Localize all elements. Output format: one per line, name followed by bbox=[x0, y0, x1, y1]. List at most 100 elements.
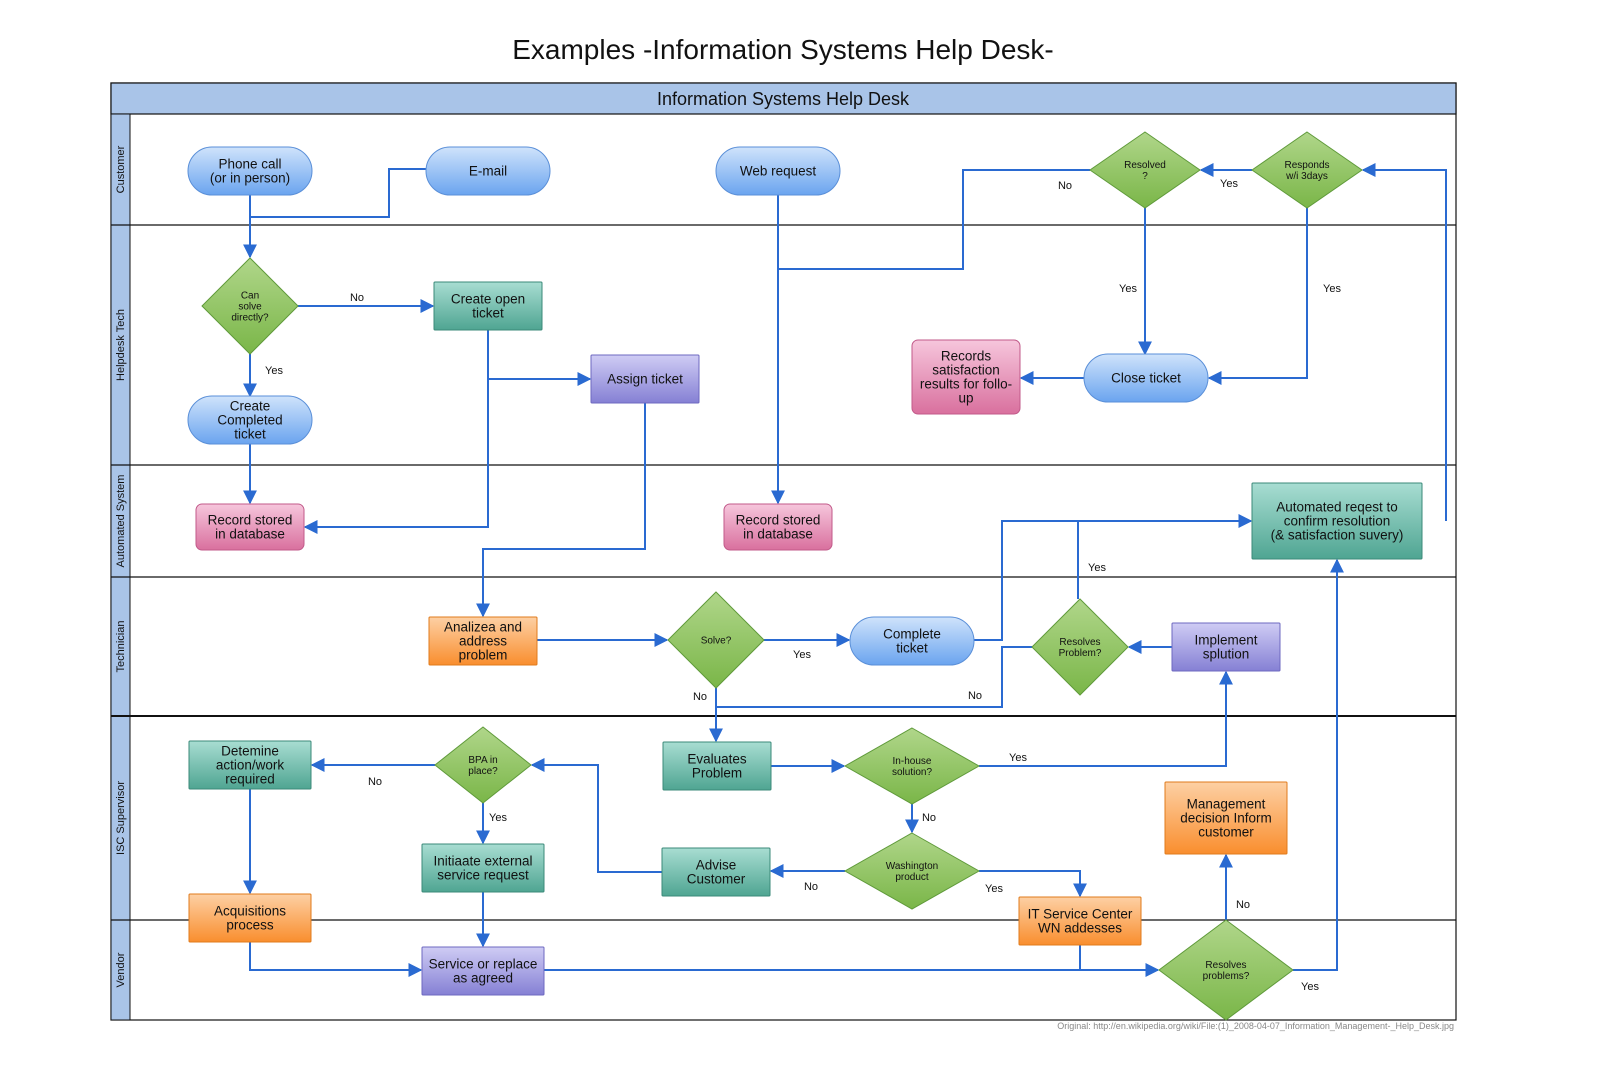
node-label: Problem? bbox=[1059, 648, 1102, 659]
node-label: (& satisfaction suvery) bbox=[1271, 528, 1404, 543]
node-label: product bbox=[895, 872, 929, 883]
edge-label: Yes bbox=[489, 812, 507, 824]
edge-label: Yes bbox=[1323, 283, 1341, 295]
edge-label: Yes bbox=[1088, 562, 1106, 574]
node-label: action/work bbox=[216, 758, 285, 773]
node-label: Detemine bbox=[221, 744, 279, 759]
node-label: BPA in bbox=[468, 755, 497, 766]
node-label: ? bbox=[1142, 171, 1148, 182]
node-implement[interactable]: Implementsplution bbox=[1171, 622, 1281, 672]
edge-label: Yes bbox=[1119, 283, 1137, 295]
node-label: problem bbox=[459, 648, 508, 663]
node-assign[interactable]: Assign ticket bbox=[590, 354, 700, 404]
node-label: (or in person) bbox=[210, 171, 290, 186]
lane-label-vendor: Vendor bbox=[115, 952, 127, 987]
node-label: ticket bbox=[472, 306, 504, 321]
node-servicereplace[interactable]: Service or replaceas agreed bbox=[421, 946, 545, 996]
node-label: confirm resolution bbox=[1284, 514, 1391, 529]
node-close[interactable]: Close ticket bbox=[1083, 353, 1209, 403]
lane-label-automated: Automated System bbox=[115, 475, 127, 568]
node-web[interactable]: Web request bbox=[715, 146, 841, 196]
lane-label-isc: ISC Supervisor bbox=[115, 781, 127, 855]
node-label: Web request bbox=[740, 164, 817, 179]
node-initiate[interactable]: Initiaate externalservice request bbox=[421, 843, 545, 893]
node-label: solve bbox=[238, 302, 262, 313]
edge-label: No bbox=[968, 690, 982, 702]
node-label: Management bbox=[1187, 797, 1266, 812]
edge-label: No bbox=[368, 776, 382, 788]
node-advise[interactable]: AdviseCustomer bbox=[661, 847, 771, 897]
node-label: In-house bbox=[893, 756, 932, 767]
node-label: Resolves bbox=[1059, 637, 1100, 648]
node-label: E-mail bbox=[469, 164, 507, 179]
node-label: place? bbox=[468, 766, 498, 777]
node-label: as agreed bbox=[453, 971, 513, 986]
node-label: Create open bbox=[451, 292, 525, 307]
node-phone[interactable]: Phone call(or in person) bbox=[187, 146, 313, 196]
edge-label: Yes bbox=[1009, 752, 1027, 764]
node-autoreq[interactable]: Automated reqest toconfirm resolution(& … bbox=[1251, 482, 1423, 560]
node-label: in database bbox=[743, 527, 813, 542]
edge-label: No bbox=[804, 881, 818, 893]
swimlane-diagram: Information Systems Help Desk Customer He… bbox=[110, 82, 1457, 1021]
lane-label-customer: Customer bbox=[115, 145, 127, 193]
node-label: w/i 3days bbox=[1285, 171, 1328, 182]
edge-label: Yes bbox=[793, 649, 811, 661]
node-label: Assign ticket bbox=[607, 372, 683, 387]
node-label: splution bbox=[1203, 647, 1250, 662]
node-label: Service or replace bbox=[429, 957, 538, 972]
node-label: Record stored bbox=[208, 513, 293, 528]
footer-source-note: Original: http://en.wikipedia.org/wiki/F… bbox=[1057, 1021, 1454, 1031]
node-label: WN addesses bbox=[1038, 921, 1122, 936]
node-label: Completed bbox=[217, 413, 282, 428]
node-label: Advise bbox=[696, 858, 737, 873]
node-email[interactable]: E-mail bbox=[425, 146, 551, 196]
node-label: decision Inform bbox=[1180, 811, 1272, 826]
node-label: Washington bbox=[886, 861, 938, 872]
node-label: Evaluates bbox=[687, 752, 747, 767]
node-label: ticket bbox=[234, 427, 266, 442]
node-determine[interactable]: Detemineaction/workrequired bbox=[188, 740, 312, 790]
node-db2[interactable]: Record storedin database bbox=[723, 503, 833, 551]
node-createcompleted[interactable]: CreateCompletedticket bbox=[187, 395, 313, 445]
node-label: directly? bbox=[231, 313, 269, 324]
node-label: Resolved bbox=[1124, 160, 1166, 171]
edge-label: Yes bbox=[265, 365, 283, 377]
node-label: service request bbox=[437, 868, 529, 883]
edge-label: No bbox=[693, 691, 707, 703]
node-label: process bbox=[226, 918, 274, 933]
edge-label: Yes bbox=[1301, 981, 1319, 993]
node-label: up bbox=[958, 391, 973, 406]
node-db1[interactable]: Record storedin database bbox=[195, 503, 305, 551]
node-label: Record stored bbox=[736, 513, 821, 528]
node-label: Customer bbox=[687, 872, 746, 887]
lane-label-technician: Technician bbox=[115, 621, 127, 673]
node-evaluates[interactable]: EvaluatesProblem bbox=[662, 741, 772, 791]
node-management[interactable]: Managementdecision Informcustomer bbox=[1164, 781, 1288, 855]
node-label: problems? bbox=[1203, 971, 1250, 982]
node-itservice[interactable]: IT Service CenterWN addesses bbox=[1018, 896, 1142, 946]
node-label: ticket bbox=[896, 641, 928, 656]
node-label: Close ticket bbox=[1111, 371, 1181, 386]
node-acquisitions[interactable]: Acquisitionsprocess bbox=[188, 893, 312, 943]
node-label: IT Service Center bbox=[1028, 907, 1133, 922]
edge-label: No bbox=[1058, 180, 1072, 192]
node-label: Resolves bbox=[1205, 960, 1246, 971]
node-label: Can bbox=[241, 291, 259, 302]
edge-label: Yes bbox=[1220, 178, 1238, 190]
node-label: Initiaate external bbox=[433, 854, 532, 869]
node-analyze[interactable]: Analizea andaddressproblem bbox=[428, 616, 538, 666]
node-label: required bbox=[225, 772, 275, 787]
node-records[interactable]: Recordssatisfactionresults for follo-up bbox=[911, 339, 1021, 415]
node-complete[interactable]: Completeticket bbox=[849, 616, 975, 666]
node-createopen[interactable]: Create openticket bbox=[433, 281, 543, 331]
edge-label: No bbox=[350, 292, 364, 304]
node-label: results for follo- bbox=[920, 377, 1012, 392]
node-label: satisfaction bbox=[932, 363, 1000, 378]
pool-title: Information Systems Help Desk bbox=[657, 89, 910, 109]
edge-label: No bbox=[1236, 899, 1250, 911]
node-label: Analizea and bbox=[444, 620, 522, 635]
node-label: Complete bbox=[883, 627, 941, 642]
node-label: in database bbox=[215, 527, 285, 542]
node-label: Create bbox=[230, 399, 271, 414]
